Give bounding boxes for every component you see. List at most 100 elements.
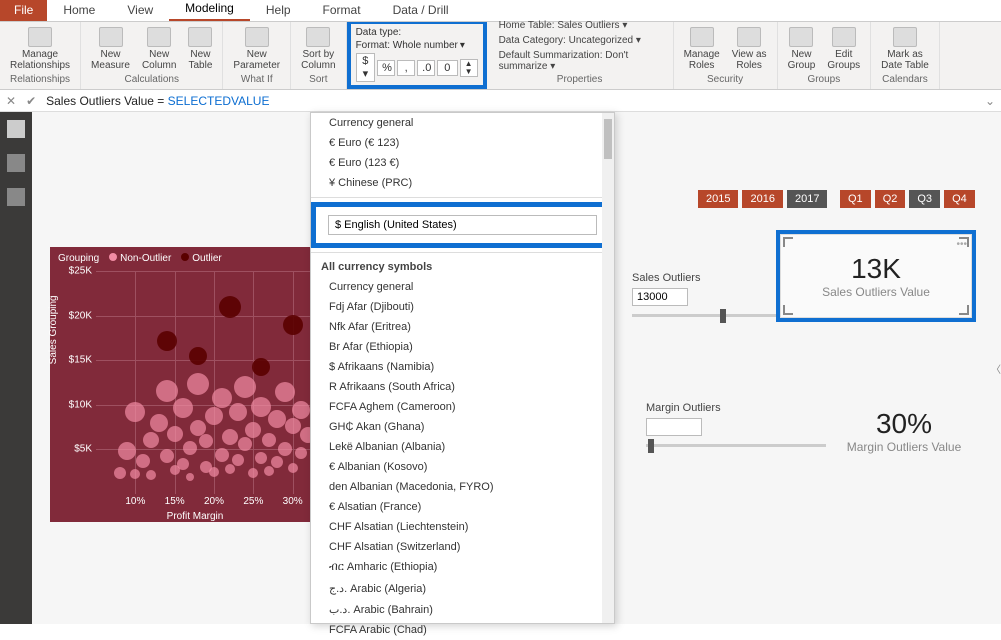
sort-by-column-button[interactable]: Sort by Column [297,25,339,73]
tab-datadrill[interactable]: Data / Drill [377,0,465,21]
q1[interactable]: Q1 [840,190,871,208]
q3[interactable]: Q3 [909,190,940,208]
data-point[interactable] [268,410,286,428]
edit-groups-button[interactable]: Edit Groups [823,25,864,73]
data-point[interactable] [114,467,126,479]
data-point[interactable] [205,407,223,425]
data-point[interactable] [295,447,307,459]
data-point[interactable] [285,418,301,434]
new-parameter-button[interactable]: New Parameter [229,25,284,73]
year-2015[interactable]: 2015 [698,190,738,208]
data-point[interactable] [157,331,177,351]
data-point[interactable] [252,358,270,376]
currency-option[interactable]: € Albanian (Kosovo) [311,457,614,477]
data-point[interactable] [167,426,183,442]
tab-view[interactable]: View [111,0,169,21]
data-point[interactable] [232,454,244,466]
report-view-icon[interactable] [7,120,25,138]
year-2016[interactable]: 2016 [742,190,782,208]
mark-as-date-table-button[interactable]: Mark as Date Table [877,25,933,73]
data-point[interactable] [177,458,189,470]
comma-format-button[interactable]: , [397,60,415,76]
data-point[interactable] [146,470,156,480]
dropdown-scrollbar[interactable] [602,113,614,623]
currency-search-input[interactable] [328,215,597,235]
data-point[interactable] [187,373,209,395]
sales-outliers-input[interactable] [632,288,688,306]
data-point[interactable] [255,452,267,464]
percent-format-button[interactable]: % [377,60,395,76]
decimal-count-input[interactable]: 0 [437,60,457,76]
currency-option[interactable]: ¥ Chinese (PRC) [311,173,614,193]
manage-relationships-button[interactable]: Manage Relationships [6,25,74,73]
currency-option[interactable]: CHF Alsatian (Liechtenstein) [311,517,614,537]
default-summarization-dropdown[interactable]: Default Summarization: Don't summarize ▾ [499,50,661,72]
panes-collapse-handle[interactable]: 〈 [991,112,1001,624]
model-view-icon[interactable] [7,188,25,206]
data-point[interactable] [209,467,219,477]
data-point[interactable] [225,464,235,474]
margin-outliers-input[interactable] [646,418,702,436]
format-dropdown[interactable]: Format: Whole number▾ [356,40,478,51]
tab-format[interactable]: Format [307,0,377,21]
scatter-chart-visual[interactable]: Grouping Non-Outlier Outlier Sales Group… [50,247,340,522]
data-point[interactable] [262,433,276,447]
data-point[interactable] [222,429,238,445]
currency-option[interactable]: Fdj Afar (Djibouti) [311,297,614,317]
data-point[interactable] [283,315,303,335]
currency-option[interactable]: R Afrikaans (South Africa) [311,377,614,397]
cancel-formula-icon[interactable]: ✕ [6,94,16,108]
currency-option[interactable]: $ Afrikaans (Namibia) [311,357,614,377]
tab-home[interactable]: Home [47,0,111,21]
data-point[interactable] [212,388,232,408]
tab-help[interactable]: Help [250,0,307,21]
data-point[interactable] [275,382,295,402]
data-point[interactable] [160,449,174,463]
currency-option[interactable]: Br Afar (Ethiopia) [311,337,614,357]
data-point[interactable] [245,422,261,438]
currency-option[interactable]: Currency general [311,277,614,297]
data-point[interactable] [219,296,241,318]
currency-option[interactable]: GH₵ Akan (Ghana) [311,417,614,437]
currency-option[interactable]: Currency general [311,113,614,133]
currency-option[interactable]: den Albanian (Macedonia, FYRO) [311,477,614,497]
data-point[interactable] [136,454,150,468]
data-point[interactable] [130,469,140,479]
year-2017[interactable]: 2017 [787,190,827,208]
data-point[interactable] [143,432,159,448]
decimal-digits-button[interactable]: .0 [417,60,435,76]
data-point[interactable] [248,468,258,478]
new-table-button[interactable]: New Table [184,25,216,73]
margin-outliers-slider[interactable] [646,444,826,447]
currency-option[interactable]: € Alsatian (France) [311,497,614,517]
currency-option[interactable]: Lekë Albanian (Albania) [311,437,614,457]
currency-option[interactable]: FCFA Arabic (Chad) [311,620,614,640]
new-group-button[interactable]: New Group [784,25,820,73]
tab-modeling[interactable]: Modeling [169,0,250,21]
spinner[interactable]: ▲▼ [460,59,478,77]
new-measure-button[interactable]: New Measure [87,25,134,73]
data-point[interactable] [229,403,247,421]
currency-format-button[interactable]: $ ▾ [356,53,376,82]
data-point[interactable] [183,441,197,455]
sales-outliers-card[interactable]: ••• 13K Sales Outliers Value [776,230,976,322]
margin-outliers-card[interactable]: 30% Margin Outliers Value [824,408,984,454]
commit-formula-icon[interactable]: ✔ [26,94,36,108]
data-point[interactable] [292,401,310,419]
data-point[interactable] [264,466,274,476]
data-point[interactable] [118,442,136,460]
data-point[interactable] [125,402,145,422]
manage-roles-button[interactable]: Manage Roles [680,25,724,73]
currency-option[interactable]: CHF Alsatian (Switzerland) [311,537,614,557]
data-point[interactable] [189,347,207,365]
new-column-button[interactable]: New Column [138,25,180,73]
currency-option[interactable]: € Euro (€ 123) [311,133,614,153]
currency-option[interactable]: د.ج. Arabic (Algeria) [311,578,614,599]
data-point[interactable] [199,434,213,448]
view-as-roles-button[interactable]: View as Roles [728,25,771,73]
currency-option[interactable]: Nfk Afar (Eritrea) [311,317,614,337]
data-view-icon[interactable] [7,154,25,172]
data-point[interactable] [150,414,168,432]
data-point[interactable] [271,456,283,468]
data-point[interactable] [278,442,292,456]
